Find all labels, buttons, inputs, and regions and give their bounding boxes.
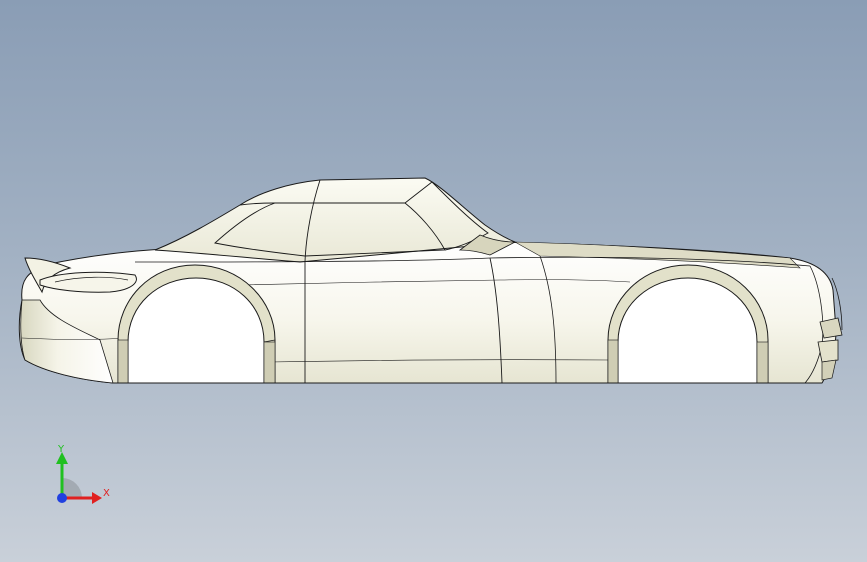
triad-y-label: Y (57, 444, 65, 455)
triad-x-arrow-icon (92, 492, 102, 504)
front-headlight (819, 317, 843, 339)
triad-z-axis-icon (57, 493, 67, 503)
front-grille (817, 339, 839, 363)
rear-arch-right-fill (263, 341, 276, 384)
graphics-viewport[interactable]: Y X (0, 0, 867, 562)
coordinate-triad: Y X (56, 444, 110, 504)
front-lower-lip (821, 359, 837, 381)
triad-x-label: X (103, 488, 110, 499)
front-arch-left-fill (607, 339, 619, 384)
rear-arch-left-fill (117, 339, 129, 384)
car-body-model[interactable] (0, 0, 867, 562)
front-arch-right-fill (756, 341, 769, 384)
